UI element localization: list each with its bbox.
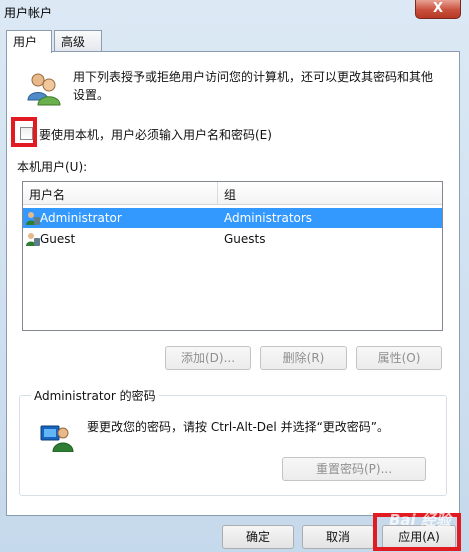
remove-user-button[interactable]: 删除(R) [260,346,347,370]
tab-users[interactable]: 用户 [6,30,52,53]
intro-text: 用下列表授予或拒绝用户访问您的计算机，还可以更改其密码和其他设置。 [73,70,434,102]
user-group-cell: Administrators [224,211,313,225]
password-user-icon [40,425,74,452]
column-divider[interactable] [217,182,218,204]
user-group-cell: Guests [224,232,266,246]
user-name-cell: Guest [40,232,76,246]
window-title: 用户帐户 [4,6,53,20]
column-header-username[interactable]: 用户名 [29,186,65,203]
reset-password-button[interactable]: 重置密码(P)... [282,457,426,481]
password-group-title: Administrator 的密码 [31,387,159,404]
local-users-label: 本机用户(U): [17,160,88,174]
watermark: Bai 经验 [389,511,451,529]
tab-advanced[interactable]: 高级 [54,30,102,51]
cancel-button[interactable]: 取消 [302,525,374,549]
ok-button[interactable]: 确定 [222,525,294,549]
title-bar[interactable]: 用户帐户 X [0,0,469,24]
user-name-cell: Administrator [40,211,122,225]
properties-button[interactable]: 属性(O) [356,346,442,370]
user-accounts-dialog: 用户帐户 X 用户 高级 用下列表授予或拒绝用户访问您的计算机，还可以更改其密码… [0,0,469,552]
user-icon [26,212,40,225]
close-button[interactable]: X [415,0,461,19]
require-login-checkbox[interactable] [20,127,33,140]
users-listview[interactable]: 用户名 组 Administrator Administrators Guest… [22,181,443,331]
users-icon [27,73,61,106]
user-row-administrator[interactable]: Administrator Administrators [23,208,442,228]
column-header-group[interactable]: 组 [224,186,236,203]
user-icon [26,233,40,246]
add-user-button[interactable]: 添加(D)... [165,346,251,370]
require-login-label[interactable]: 要使用本机，用户必须输入用户名和密码(E) [39,126,272,143]
user-row-guest[interactable]: Guest Guests [23,229,442,249]
listview-header: 用户名 组 [23,182,442,205]
close-icon: X [432,1,444,16]
checkbox-highlight-box [11,117,37,147]
tab-panel-users: 用下列表授予或拒绝用户访问您的计算机，还可以更改其密码和其他设置。 要使用本机，… [6,51,460,516]
password-instruction-text: 要更改您的密码，请按 Ctrl-Alt-Del 并选择“更改密码”。 [87,420,390,434]
